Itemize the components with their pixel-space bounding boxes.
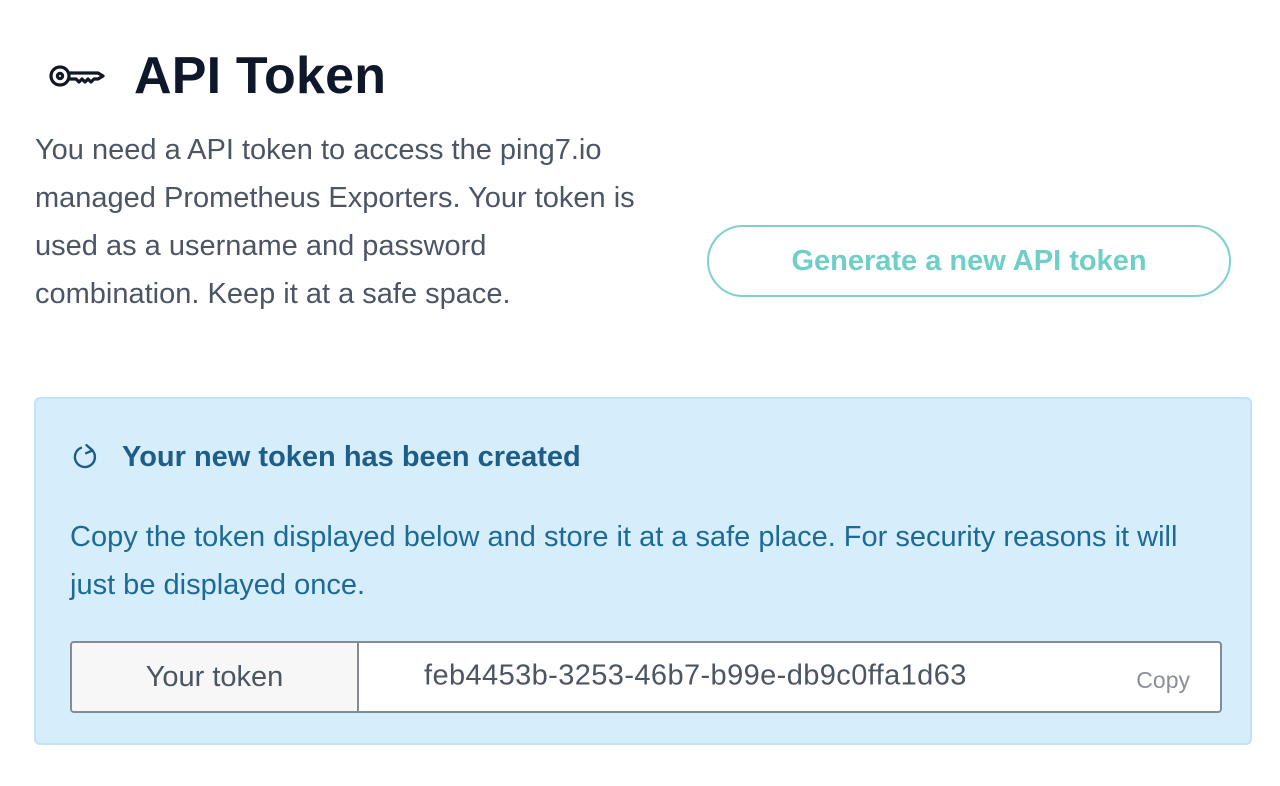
- alert-heading: Your new token has been created: [70, 435, 581, 479]
- token-created-alert: Your new token has been created Copy the…: [34, 397, 1252, 745]
- copy-button[interactable]: Copy: [1136, 667, 1190, 694]
- token-value-container: Copy: [359, 643, 1220, 711]
- alert-body: Copy the token displayed below and store…: [70, 521, 1178, 601]
- token-label: Your token: [72, 643, 359, 711]
- alert-title: Your new token has been created: [122, 440, 581, 473]
- page-header: API Token: [48, 40, 386, 112]
- api-token-page: API Token You need a API token to access…: [0, 0, 1280, 786]
- key-icon: [48, 59, 106, 93]
- generate-token-button[interactable]: Generate a new API token: [707, 225, 1231, 297]
- token-value-field[interactable]: [424, 659, 1084, 693]
- refresh-icon: [70, 442, 100, 472]
- intro-text: You need a API token to access the ping7…: [35, 134, 635, 310]
- token-field-group: Your token Copy: [70, 641, 1222, 713]
- page-title: API Token: [134, 47, 387, 105]
